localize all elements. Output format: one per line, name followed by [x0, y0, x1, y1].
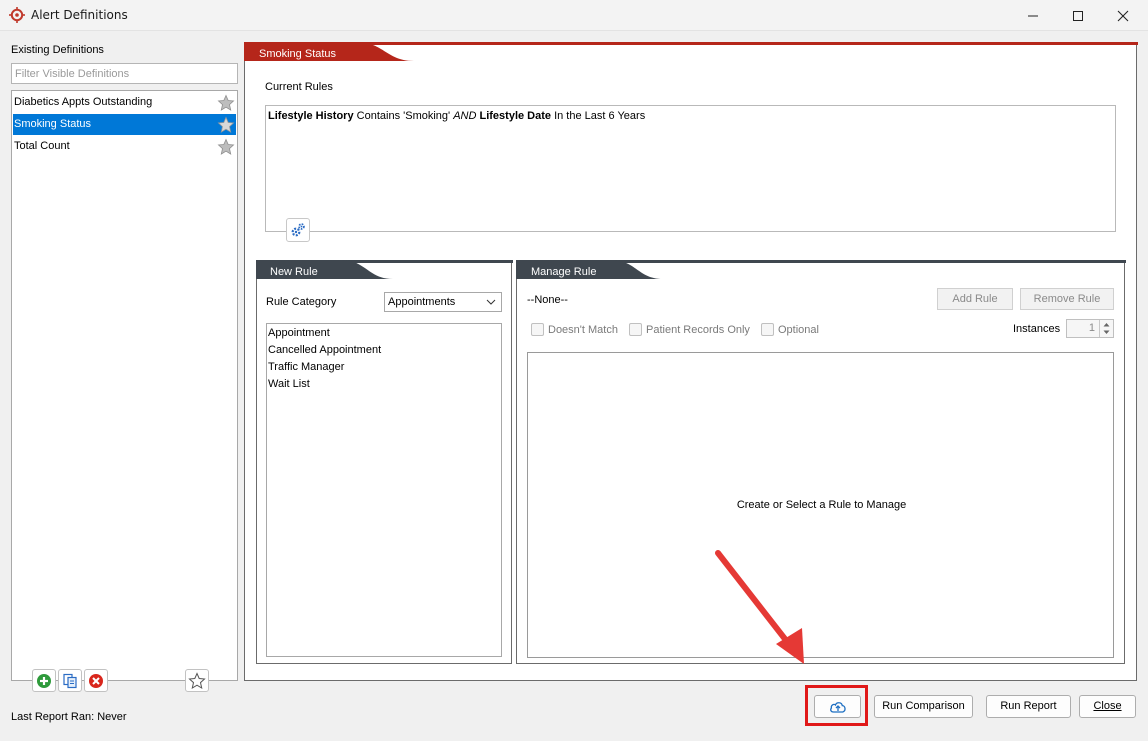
add-icon [37, 673, 51, 688]
rule-type-list: Appointment Cancelled Appointment Traffi… [266, 323, 502, 657]
delete-icon [89, 673, 103, 688]
list-item[interactable]: Traffic Manager [268, 359, 344, 376]
favorite-star-icon[interactable] [217, 138, 235, 156]
definition-item[interactable]: Total Count [13, 136, 236, 157]
doesnt-match-checkbox[interactable] [531, 323, 544, 336]
close-window-button[interactable] [1100, 0, 1146, 31]
run-report-button[interactable]: Run Report [986, 695, 1071, 718]
favorite-star-icon[interactable] [217, 94, 235, 112]
definition-label: Total Count [14, 140, 70, 152]
definition-item[interactable]: Diabetics Appts Outstanding [13, 92, 236, 113]
minimize-button[interactable] [1010, 0, 1056, 31]
maximize-button[interactable] [1055, 0, 1101, 31]
doesnt-match-label: Doesn't Match [548, 324, 618, 336]
copy-icon [63, 673, 77, 688]
delete-definition-button[interactable] [84, 669, 108, 692]
rule-field: Lifestyle History [268, 110, 354, 122]
rule-category-label: Rule Category [266, 296, 337, 308]
manage-rule-tab-title: Manage Rule [531, 266, 597, 278]
optional-label: Optional [778, 324, 819, 336]
add-definition-button[interactable] [32, 669, 56, 692]
window-title: Alert Definitions [31, 8, 128, 22]
favorite-filter-button[interactable] [185, 669, 209, 692]
rule-expression: Lifestyle History Contains 'Smoking' AND… [268, 110, 645, 122]
up-down-arrows-icon [1103, 323, 1110, 334]
definitions-list: Diabetics Appts Outstanding Smoking Stat… [11, 90, 238, 681]
instances-stepper[interactable]: 1 [1066, 319, 1114, 338]
highlight-annotation-box [805, 685, 868, 726]
patient-records-only-checkbox[interactable] [629, 323, 642, 336]
definition-tab-header [244, 42, 1138, 61]
rule-category-select[interactable]: Appointments [384, 292, 502, 312]
close-button[interactable]: Close [1079, 695, 1136, 718]
empty-state-message: Create or Select a Rule to Manage [736, 499, 907, 511]
remove-rule-button[interactable]: Remove Rule [1020, 288, 1114, 310]
copy-definition-button[interactable] [58, 669, 82, 692]
definition-label: Diabetics Appts Outstanding [14, 96, 153, 108]
maximize-icon [1073, 10, 1083, 21]
rule-conjunction: AND [453, 110, 477, 122]
favorite-star-icon[interactable] [217, 116, 235, 134]
annotation-arrow-icon [715, 550, 804, 664]
instances-label: Instances [1013, 323, 1061, 335]
list-item[interactable]: Cancelled Appointment [268, 342, 381, 359]
chevron-down-icon [486, 299, 496, 305]
list-item[interactable]: Wait List [268, 376, 310, 393]
star-outline-icon [188, 671, 206, 689]
current-rules-label: Current Rules [265, 81, 333, 93]
definition-item-selected[interactable]: Smoking Status [13, 114, 236, 135]
existing-definitions-label: Existing Definitions [11, 44, 104, 56]
definition-tab-title: Smoking Status [259, 48, 337, 60]
rule-editor-area: Create or Select a Rule to Manage [527, 352, 1114, 658]
rule-field: Lifestyle Date [479, 110, 552, 122]
rule-operator: Contains 'Smoking' [356, 110, 451, 122]
gears-icon [291, 223, 305, 237]
rule-settings-button[interactable] [286, 218, 310, 242]
optional-checkbox[interactable] [761, 323, 774, 336]
app-logo-icon [9, 7, 25, 23]
manage-rule-tab-header [516, 260, 1126, 279]
minimize-icon [1028, 15, 1038, 16]
close-icon [1117, 10, 1129, 21]
run-comparison-button[interactable]: Run Comparison [874, 695, 973, 718]
patient-records-only-label: Patient Records Only [646, 324, 750, 336]
rule-operator: In the Last 6 Years [554, 110, 646, 122]
list-item[interactable]: Appointment [268, 325, 330, 342]
new-rule-tab-title: New Rule [270, 266, 318, 278]
instances-value: 1 [1088, 322, 1095, 334]
add-rule-button[interactable]: Add Rule [937, 288, 1013, 310]
rule-category-value: Appointments [388, 296, 456, 308]
definition-label: Smoking Status [14, 118, 92, 130]
stepper-arrows[interactable] [1099, 320, 1113, 337]
title-bar [0, 0, 1148, 31]
last-report-status: Last Report Ran: Never [11, 711, 127, 723]
filter-definitions-input[interactable] [11, 63, 238, 84]
selected-rule-text: --None-- [527, 294, 568, 306]
current-rules-box[interactable]: Lifestyle History Contains 'Smoking' AND… [265, 105, 1116, 232]
